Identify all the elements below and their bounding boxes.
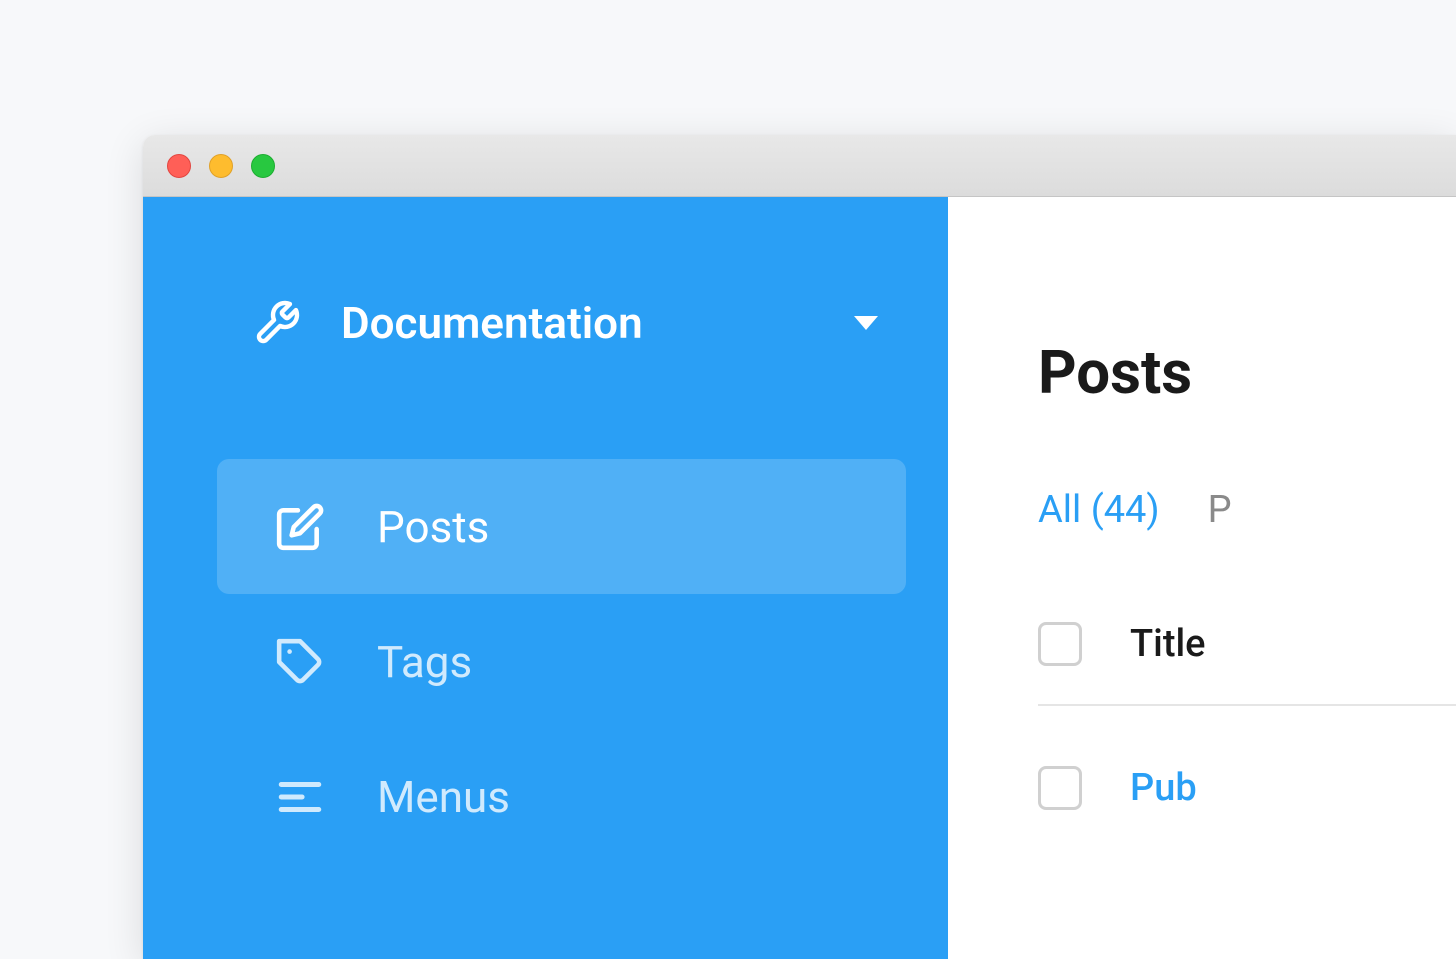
sidebar-item-menus[interactable]: Menus	[217, 729, 906, 864]
select-all-checkbox[interactable]	[1038, 622, 1082, 666]
window-content: Documentation Posts	[143, 197, 1456, 959]
sidebar-item-posts[interactable]: Posts	[217, 459, 906, 594]
table-header: Title	[1038, 622, 1456, 706]
table-row[interactable]: Pub	[1038, 766, 1456, 810]
chevron-down-icon	[854, 316, 878, 330]
site-name: Documentation	[341, 297, 854, 349]
window-maximize-button[interactable]	[251, 154, 275, 178]
edit-icon	[275, 502, 325, 552]
app-window: Documentation Posts	[143, 135, 1456, 959]
main-content: Posts All (44) P Title Pub	[948, 197, 1456, 959]
sidebar-item-label: Tags	[377, 636, 472, 688]
wrench-icon	[253, 299, 301, 347]
post-filters: All (44) P	[1038, 488, 1456, 532]
sidebar-item-label: Menus	[377, 771, 510, 823]
row-checkbox[interactable]	[1038, 766, 1082, 810]
filter-all[interactable]: All (44)	[1038, 488, 1160, 532]
row-title[interactable]: Pub	[1130, 766, 1197, 810]
window-close-button[interactable]	[167, 154, 191, 178]
window-minimize-button[interactable]	[209, 154, 233, 178]
sidebar-item-tags[interactable]: Tags	[217, 594, 906, 729]
site-selector[interactable]: Documentation	[143, 297, 948, 349]
window-titlebar	[143, 135, 1456, 197]
menu-icon	[275, 772, 325, 822]
tag-icon	[275, 637, 325, 687]
filter-next-partial[interactable]: P	[1208, 488, 1232, 532]
sidebar: Documentation Posts	[143, 197, 948, 959]
column-header-title: Title	[1130, 622, 1206, 666]
sidebar-nav: Posts Tags	[143, 459, 948, 864]
sidebar-item-label: Posts	[377, 501, 489, 553]
page-title: Posts	[1038, 337, 1456, 408]
